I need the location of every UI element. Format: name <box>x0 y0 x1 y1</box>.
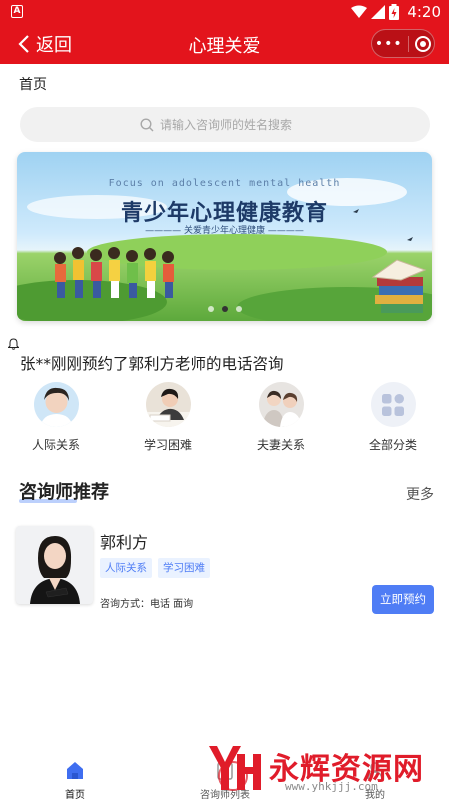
back-button[interactable]: 返回 <box>18 31 72 57</box>
category-label: 学习困难 <box>143 438 192 452</box>
counselor-tag: 人际关系 <box>100 558 152 578</box>
tab-counselor-list[interactable]: 咨询师列表 <box>180 758 270 800</box>
category-avatar <box>33 382 79 427</box>
category-study[interactable]: 学习困难 <box>118 382 218 453</box>
user-icon <box>367 762 383 780</box>
counselor-tag: 学习困难 <box>158 558 210 578</box>
tab-label: 我的 <box>365 790 385 800</box>
search-bar[interactable] <box>20 107 430 142</box>
tab-home[interactable]: 首页 <box>30 758 120 800</box>
tab-label: 咨询师列表 <box>200 790 250 800</box>
category-interpersonal[interactable]: 人际关系 <box>6 382 106 453</box>
counselor-tags: 人际关系 学习困难 <box>100 558 210 578</box>
category-marriage[interactable]: 夫妻关系 <box>231 382 331 453</box>
booking-notice: 张**刚刚预约了郭利方老师的电话咨询 <box>20 355 284 373</box>
book-now-button[interactable]: 立即预约 <box>372 585 434 614</box>
grid-icon <box>370 382 416 427</box>
banner-carousel[interactable]: Focus on adolescent mental health 青少年心理健… <box>17 152 432 321</box>
bottom-tab-bar: 首页 咨询师列表 我的 <box>0 752 449 800</box>
more-options-icon[interactable]: ••• <box>375 37 403 51</box>
signal-icon <box>371 5 386 19</box>
bell-icon <box>8 338 19 350</box>
search-input[interactable] <box>160 117 310 132</box>
tab-mine[interactable]: 我的 <box>330 758 420 800</box>
consultation-method: 咨询方式：电话 面询 <box>100 599 194 610</box>
status-bar: A 4:20 <box>0 0 449 24</box>
wifi-icon <box>351 5 368 18</box>
carousel-dot[interactable] <box>207 306 214 312</box>
carousel-dot-active[interactable] <box>221 306 228 312</box>
category-avatar <box>258 382 304 427</box>
tab-label: 首页 <box>65 790 85 800</box>
category-label: 人际关系 <box>31 438 80 452</box>
category-label: 夫妻关系 <box>256 438 305 452</box>
title-bar: 返回 心理关爱 ••• <box>0 24 449 64</box>
close-miniapp-icon[interactable] <box>415 35 432 52</box>
counselor-name: 郭利方 <box>100 533 149 552</box>
counselor-photo <box>16 526 93 604</box>
carousel-indicator[interactable] <box>17 306 432 312</box>
counselor-card[interactable]: 郭利方 人际关系 学习困难 咨询方式：电话 面询 立即预约 <box>16 526 436 614</box>
back-label: 返回 <box>36 35 72 56</box>
chevron-left-icon <box>18 35 29 53</box>
banner-english-line: Focus on adolescent mental health <box>108 178 341 189</box>
section-title: 咨询师推荐 <box>19 482 109 503</box>
search-icon <box>140 117 154 131</box>
category-all[interactable]: 全部分类 <box>343 382 443 453</box>
breadcrumb: 首页 <box>19 77 47 93</box>
category-avatar <box>145 382 191 427</box>
clock: 4:20 <box>407 3 441 21</box>
carousel-dot[interactable] <box>235 306 242 312</box>
category-label: 全部分类 <box>368 438 417 452</box>
app-notification-icon: A <box>11 5 23 18</box>
battery-icon <box>389 4 400 20</box>
capsule-divider <box>408 35 410 52</box>
miniapp-capsule: ••• <box>371 29 435 58</box>
banner-subtitle: ———— 关爱青少年心理健康 ———— <box>145 226 304 236</box>
list-icon <box>217 762 233 780</box>
more-link[interactable]: 更多 <box>406 484 434 504</box>
home-icon <box>67 762 83 779</box>
